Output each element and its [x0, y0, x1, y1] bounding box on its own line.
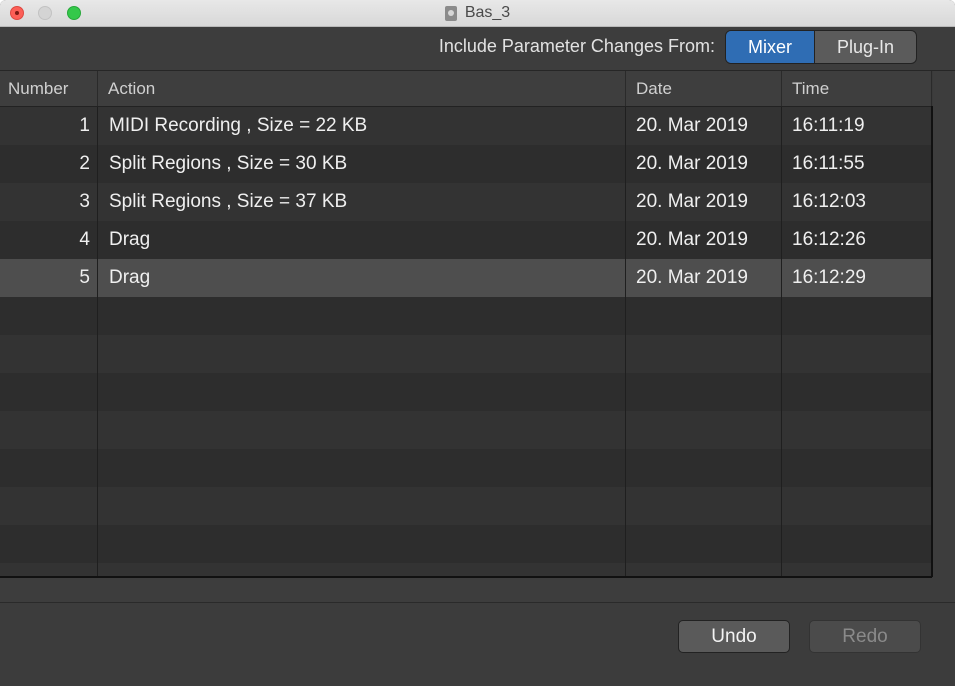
column-divider: [97, 107, 98, 577]
cell-time: 16:12:26: [792, 229, 866, 250]
empty-row: [0, 411, 932, 449]
cell-number: 1: [79, 115, 90, 136]
undo-button[interactable]: Undo: [678, 620, 790, 653]
segment-mixer[interactable]: Mixer: [726, 31, 815, 63]
column-divider: [625, 107, 626, 577]
cell-date: 20. Mar 2019: [636, 267, 748, 288]
cell-number: 2: [79, 153, 90, 174]
bottom-bar: Undo Redo: [0, 603, 955, 686]
undo-history-window: Bas_3 Include Parameter Changes From: Mi…: [0, 0, 955, 686]
cell-action: Split Regions , Size = 30 KB: [109, 153, 348, 174]
cell-action: Drag: [109, 229, 151, 250]
cell-date: 20. Mar 2019: [636, 191, 748, 212]
include-parameter-label: Include Parameter Changes From:: [438, 36, 715, 56]
cell-time: 16:11:55: [792, 153, 865, 174]
cell-time: 16:12:29: [792, 267, 866, 288]
vertical-scrollbar[interactable]: [931, 106, 933, 577]
empty-row: [0, 335, 932, 373]
cell-action: MIDI Recording , Size = 22 KB: [109, 115, 368, 136]
cell-action: Split Regions , Size = 37 KB: [109, 191, 348, 212]
empty-row: [0, 563, 932, 577]
cell-time: 16:11:19: [792, 115, 865, 136]
undo-history-table: Number Action Date Time 1 MIDI Recording…: [0, 71, 932, 577]
parameter-source-segmented-control: Mixer Plug-In: [725, 30, 917, 64]
column-header-date[interactable]: Date: [626, 71, 782, 106]
segment-plug-in[interactable]: Plug-In: [815, 31, 916, 63]
column-header-time[interactable]: Time: [782, 71, 932, 106]
redo-button[interactable]: Redo: [809, 620, 921, 653]
table-row[interactable]: 4 Drag 20. Mar 2019 16:12:26: [0, 221, 932, 259]
cell-action: Drag: [109, 267, 151, 288]
title-bar[interactable]: Bas_3: [0, 0, 955, 27]
table-row-selected[interactable]: 5 Drag 20. Mar 2019 16:12:29: [0, 259, 932, 297]
table-row[interactable]: 3 Split Regions , Size = 37 KB 20. Mar 2…: [0, 183, 932, 221]
table-header: Number Action Date Time: [0, 71, 932, 107]
column-header-action[interactable]: Action: [98, 71, 626, 106]
cell-number: 3: [79, 191, 90, 212]
column-header-number[interactable]: Number: [0, 71, 98, 106]
empty-row: [0, 449, 932, 487]
table-body: 1 MIDI Recording , Size = 22 KB 20. Mar …: [0, 107, 932, 577]
table-row[interactable]: 2 Split Regions , Size = 30 KB 20. Mar 2…: [0, 145, 932, 183]
cell-date: 20. Mar 2019: [636, 229, 748, 250]
empty-row: [0, 487, 932, 525]
title-group: Bas_3: [0, 0, 955, 26]
cell-number: 4: [79, 229, 90, 250]
column-divider: [781, 107, 782, 577]
empty-row: [0, 525, 932, 563]
cell-number: 5: [79, 267, 90, 288]
table-row[interactable]: 1 MIDI Recording , Size = 22 KB 20. Mar …: [0, 107, 932, 145]
empty-row: [0, 297, 932, 335]
cell-date: 20. Mar 2019: [636, 153, 748, 174]
horizontal-scrollbar[interactable]: [0, 578, 955, 603]
empty-row: [0, 373, 932, 411]
toolbar: Include Parameter Changes From: Mixer Pl…: [0, 27, 955, 71]
cell-date: 20. Mar 2019: [636, 115, 748, 136]
vertical-scroll-gutter[interactable]: [933, 71, 955, 602]
document-icon: [444, 5, 457, 21]
window-title: Bas_3: [464, 4, 511, 21]
cell-time: 16:12:03: [792, 191, 866, 212]
